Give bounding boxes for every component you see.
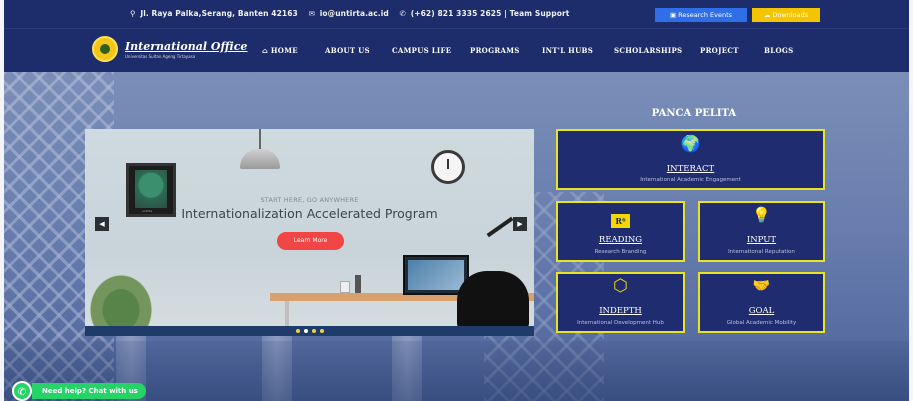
lamp-cord: [259, 129, 261, 151]
email-link[interactable]: io@untirta.ac.id: [320, 9, 389, 18]
learn-more-button[interactable]: Learn More: [277, 232, 344, 250]
card-goal[interactable]: 🤝 GOAL Global Academic Mobility: [698, 272, 825, 333]
slide-headline: Internationalization Accelerated Program: [181, 206, 438, 221]
hero-carousel: untirta START HERE, GO ANYWHERE Internat…: [85, 129, 534, 336]
card-interact-subtitle: International Academic Engagement: [640, 177, 741, 183]
card-interact-title[interactable]: INTERACT: [558, 164, 823, 174]
slide-eyebrow: START HERE, GO ANYWHERE: [260, 196, 359, 204]
panca-pelita-title: PANCA PELITA: [651, 108, 737, 119]
address-text: Jl. Raya Palka,Serang, Banten 42163: [140, 9, 298, 18]
nav-campus-life[interactable]: CAMPUS LIFE: [392, 29, 451, 73]
brand-name[interactable]: International Office: [125, 40, 247, 53]
email-icon: ✉: [308, 9, 315, 18]
hexagon-icon: ⬡: [613, 276, 628, 296]
card-input[interactable]: 💡 INPUT International Reputation: [698, 201, 825, 262]
card-interact[interactable]: 🌍 INTERACT International Academic Engage…: [556, 129, 825, 190]
card-input-subtitle: International Reputation: [728, 249, 795, 255]
nav-about-us[interactable]: ABOUT US: [325, 29, 370, 73]
globe-icon: 🌍: [680, 134, 701, 153]
nav-blogs[interactable]: BLOGS: [764, 29, 793, 73]
r-six-glyph: R⁶: [611, 214, 630, 228]
top-info-bar: ⚲ Jl. Raya Palka,Serang, Banten 42163 ✉ …: [4, 0, 909, 28]
plant-decoration: [85, 249, 175, 336]
pendant-lamp: [240, 149, 280, 169]
card-indepth[interactable]: ⬡ INDEPTH International Development Hub: [556, 272, 685, 333]
office-chair: [457, 271, 529, 331]
calendar-icon: ▣: [669, 11, 679, 19]
brand-subtitle: Universitas Sultan Ageng Tirtayasa: [125, 54, 196, 59]
card-reading-subtitle: Research Branding: [594, 249, 647, 255]
carousel-dot[interactable]: [295, 329, 300, 333]
contact-info: ⚲ Jl. Raya Palka,Serang, Banten 42163 ✉ …: [130, 9, 569, 18]
research-events-button[interactable]: ▣ Research Events: [655, 8, 747, 22]
card-goal-title[interactable]: GOAL: [700, 306, 823, 316]
browser-viewport: ⚲ Jl. Raya Palka,Serang, Banten 42163 ✉ …: [4, 0, 909, 401]
downloads-label: Downloads: [772, 11, 809, 19]
card-input-title[interactable]: INPUT: [700, 235, 823, 245]
phone-text[interactable]: (+62) 821 3335 2625 | Team Support: [411, 9, 570, 18]
research-events-label: Research Events: [678, 11, 733, 19]
lightbulb-icon: 💡: [752, 206, 771, 224]
downloads-button[interactable]: ☁ Downloads: [752, 8, 820, 22]
desk-mug: [340, 281, 350, 293]
whatsapp-chat-label[interactable]: Need help? Chat with us: [32, 383, 146, 399]
nav-home-label: HOME: [270, 46, 298, 55]
r-six-icon: R⁶: [558, 209, 683, 228]
card-indepth-subtitle: International Development Hub: [577, 320, 664, 326]
location-icon: ⚲: [130, 9, 136, 18]
home-icon: ⌂: [262, 46, 271, 55]
desk-bottle: [355, 275, 361, 293]
main-navbar: International Office Universitas Sultan …: [4, 28, 909, 72]
carousel-prev-button[interactable]: ◀: [95, 217, 109, 231]
card-reading-title[interactable]: READING: [558, 235, 683, 245]
carousel-dot[interactable]: [311, 329, 316, 333]
carousel-dot[interactable]: [319, 329, 324, 333]
card-reading[interactable]: R⁶ READING Research Branding: [556, 201, 685, 262]
nav-home[interactable]: ⌂ HOME: [262, 29, 298, 73]
carousel-indicator-bar: [85, 326, 534, 336]
wall-clock: [431, 150, 465, 184]
card-indepth-title[interactable]: INDEPTH: [558, 306, 683, 316]
card-goal-subtitle: Global Academic Mobility: [726, 320, 797, 326]
handshake-icon: 🤝: [752, 278, 771, 294]
nav-intl-hubs[interactable]: INT'L HUBS: [542, 29, 593, 73]
nav-programs[interactable]: PROGRAMS: [470, 29, 520, 73]
phone-icon: ✆: [399, 9, 406, 18]
nav-project[interactable]: PROJECT: [700, 29, 739, 73]
nav-scholarships[interactable]: SCHOLARSHIPS: [614, 29, 682, 73]
university-logo[interactable]: [92, 36, 118, 62]
whatsapp-icon[interactable]: ✆: [12, 381, 32, 401]
carousel-dot[interactable]: [303, 329, 308, 333]
carousel-next-button[interactable]: ▶: [513, 217, 527, 231]
